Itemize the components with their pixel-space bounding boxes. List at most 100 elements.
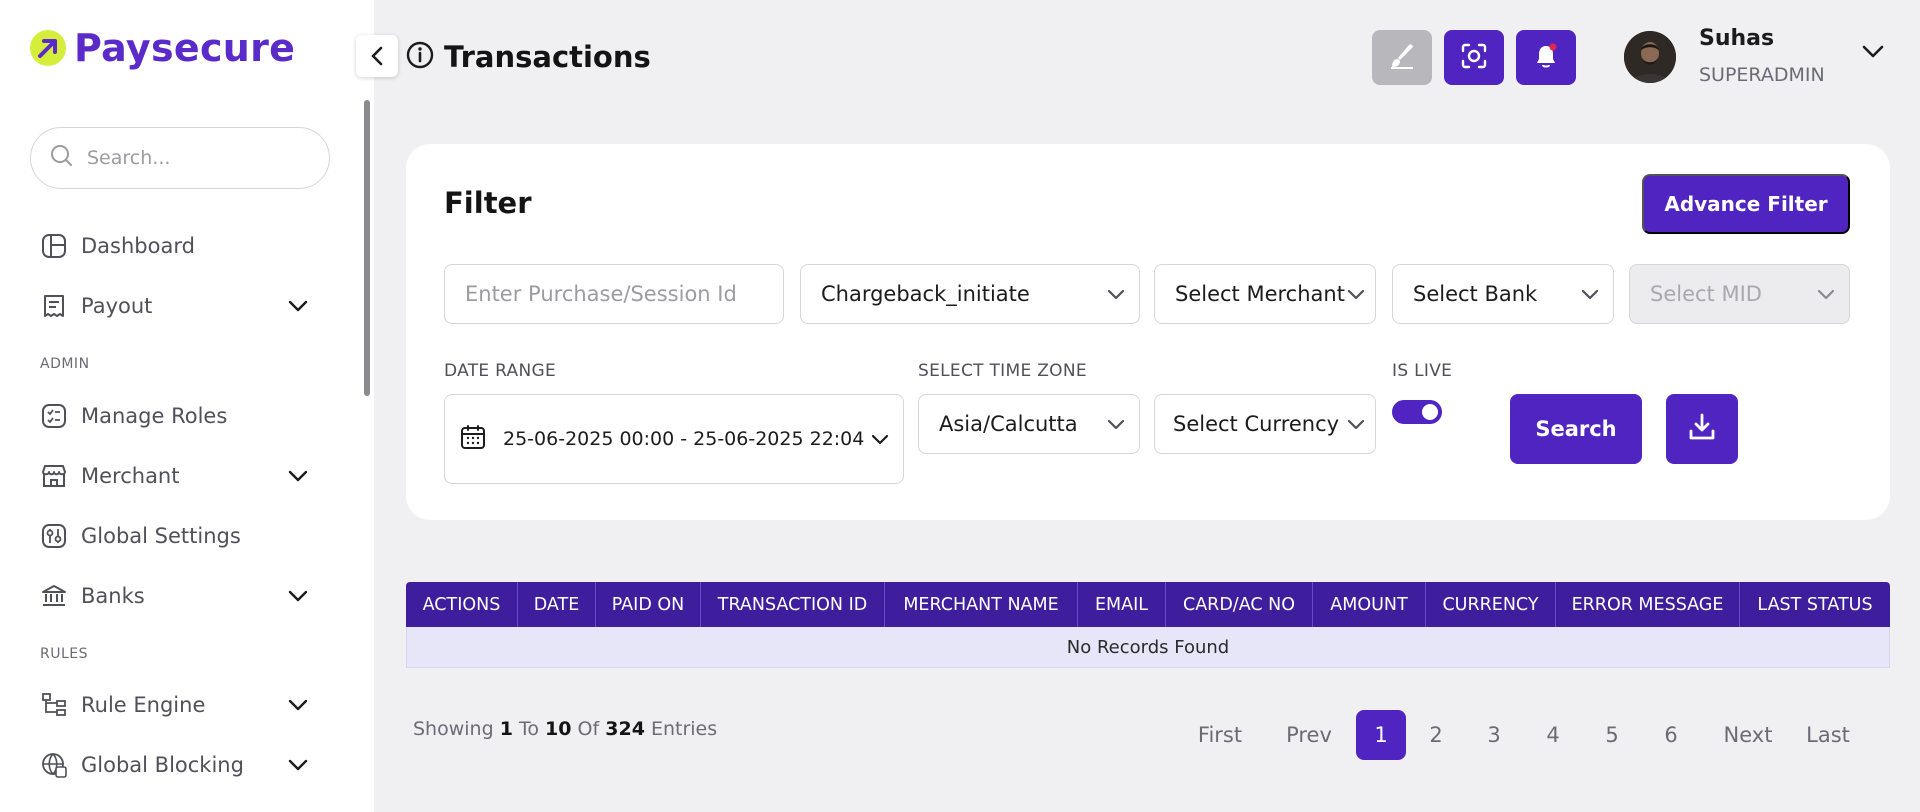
pagination-page-3[interactable]: 3 [1474, 710, 1514, 760]
chevron-left-icon [371, 46, 383, 66]
info-icon[interactable] [406, 41, 434, 73]
sidebar-scrollbar[interactable] [364, 100, 370, 396]
theme-button[interactable] [1372, 30, 1432, 85]
table-empty-row: No Records Found [406, 627, 1890, 668]
sidebar-item-label: Rule Engine [81, 693, 206, 717]
showing-to-word: To [518, 718, 539, 740]
showing-to: 10 [545, 718, 572, 740]
sidebar-collapse-button[interactable] [356, 35, 398, 77]
checklist-icon [40, 402, 68, 430]
sidebar-search[interactable] [30, 127, 330, 189]
sidebar-item-banks[interactable]: Banks [40, 576, 310, 616]
filter-card: Filter Advance Filter Chargeback_initiat… [406, 144, 1890, 520]
chevron-down-icon [1347, 285, 1365, 304]
showing-prefix: Showing [413, 718, 494, 740]
bank-select[interactable]: Select Bank [1392, 264, 1614, 324]
pagination-first[interactable]: First [1188, 710, 1252, 760]
pagination-last[interactable]: Last [1800, 710, 1856, 760]
pagination-page-2[interactable]: 2 [1416, 710, 1456, 760]
section-label-admin: ADMIN [40, 356, 90, 372]
pagination-page-1[interactable]: 1 [1356, 710, 1406, 760]
column-header: CURRENCY [1426, 582, 1556, 627]
transactions-table: ACTIONS DATE PAID ON TRANSACTION ID MERC… [406, 582, 1890, 668]
chevron-down-icon[interactable] [286, 464, 310, 488]
download-button[interactable] [1666, 394, 1738, 464]
sidebar-item-rule-engine[interactable]: Rule Engine [40, 685, 310, 725]
sidebar-item-global-settings[interactable]: Global Settings [40, 516, 310, 556]
scan-icon [1460, 42, 1488, 74]
column-header: CARD/AC NO [1166, 582, 1313, 627]
brush-icon [1387, 41, 1417, 75]
chevron-down-icon[interactable] [286, 294, 310, 318]
dashboard-icon [40, 232, 68, 260]
toggle-knob [1422, 404, 1438, 420]
merchant-select[interactable]: Select Merchant [1154, 264, 1376, 324]
receipt-icon [40, 292, 68, 320]
purchase-session-field[interactable] [444, 264, 784, 324]
hierarchy-icon [40, 691, 68, 719]
filter-title: Filter [444, 186, 532, 220]
user-menu-chevron-down-icon[interactable] [1862, 44, 1884, 63]
date-range-picker[interactable]: 25-06-2025 00:00 - 25-06-2025 22:04 [444, 394, 904, 484]
column-header: DATE [518, 582, 596, 627]
pagination-page-5[interactable]: 5 [1592, 710, 1632, 760]
chevron-down-icon[interactable] [286, 753, 310, 777]
notifications-button[interactable] [1516, 30, 1576, 85]
date-range-value: 25-06-2025 00:00 - 25-06-2025 22:04 [503, 427, 865, 450]
page-header: Transactions [406, 40, 651, 74]
sidebar-item-merchant[interactable]: Merchant [40, 456, 310, 496]
entries-summary: Showing 1 To 10 Of 324 Entries [413, 718, 717, 740]
column-header: PAID ON [596, 582, 701, 627]
purchase-session-input[interactable] [465, 282, 769, 306]
chevron-down-icon [1581, 285, 1599, 304]
sidebar-item-dashboard[interactable]: Dashboard [40, 226, 310, 266]
sidebar-item-manage-roles[interactable]: Manage Roles [40, 396, 310, 436]
sidebar-item-label: Global Settings [81, 524, 241, 548]
avatar[interactable] [1624, 31, 1676, 83]
pagination-prev[interactable]: Prev [1279, 710, 1339, 760]
search-button[interactable]: Search [1510, 394, 1642, 464]
currency-select[interactable]: Select Currency [1154, 394, 1376, 454]
column-header: MERCHANT NAME [885, 582, 1078, 627]
timezone-label: SELECT TIME ZONE [918, 361, 1087, 381]
bank-icon [40, 582, 68, 610]
advance-filter-button[interactable]: Advance Filter [1642, 174, 1850, 234]
is-live-toggle[interactable] [1392, 400, 1442, 424]
sidebar-search-input[interactable] [87, 147, 287, 169]
section-label-rules: RULES [40, 646, 89, 662]
showing-suffix: Entries [650, 718, 718, 740]
status-select-value: Chargeback_initiate [821, 282, 1030, 306]
brand-name: Paysecure [74, 26, 296, 70]
timezone-select[interactable]: Asia/Calcutta [918, 394, 1140, 454]
bell-icon [1532, 42, 1560, 74]
column-header: TRANSACTION ID [701, 582, 885, 627]
chevron-down-icon [1817, 285, 1835, 304]
sidebar-item-label: Merchant [81, 464, 180, 488]
mid-select-value: Select MID [1650, 282, 1762, 306]
sidebar: Paysecure Dashboard Payout ADMIN Manage … [0, 0, 374, 812]
column-header: LAST STATUS [1757, 594, 1873, 615]
chevron-down-icon [1107, 285, 1125, 304]
screenshot-button[interactable] [1444, 30, 1504, 85]
brand-logo[interactable]: Paysecure [30, 26, 295, 70]
store-icon [40, 462, 68, 490]
sidebar-item-global-blocking[interactable]: Global Blocking [40, 745, 310, 785]
pagination-page-6[interactable]: 6 [1651, 710, 1691, 760]
logo-arrow-icon [30, 30, 66, 66]
merchant-select-value: Select Merchant [1175, 282, 1345, 306]
chevron-down-icon[interactable] [286, 584, 310, 608]
currency-select-value: Select Currency [1173, 412, 1340, 436]
chevron-down-icon[interactable] [286, 693, 310, 717]
chevron-down-icon [1347, 415, 1365, 434]
user-name[interactable]: Suhas [1699, 26, 1774, 51]
chevron-down-icon [1107, 415, 1125, 434]
column-header: ERROR MESSAGE [1556, 582, 1740, 627]
pagination-page-4[interactable]: 4 [1533, 710, 1573, 760]
column-header: EMAIL [1078, 582, 1166, 627]
sidebar-item-label: Global Blocking [81, 753, 244, 777]
table-header-row: ACTIONS DATE PAID ON TRANSACTION ID MERC… [406, 582, 1890, 627]
globe-block-icon [40, 751, 68, 779]
pagination-next[interactable]: Next [1718, 710, 1778, 760]
sidebar-item-payout[interactable]: Payout [40, 286, 310, 326]
status-select[interactable]: Chargeback_initiate [800, 264, 1140, 324]
